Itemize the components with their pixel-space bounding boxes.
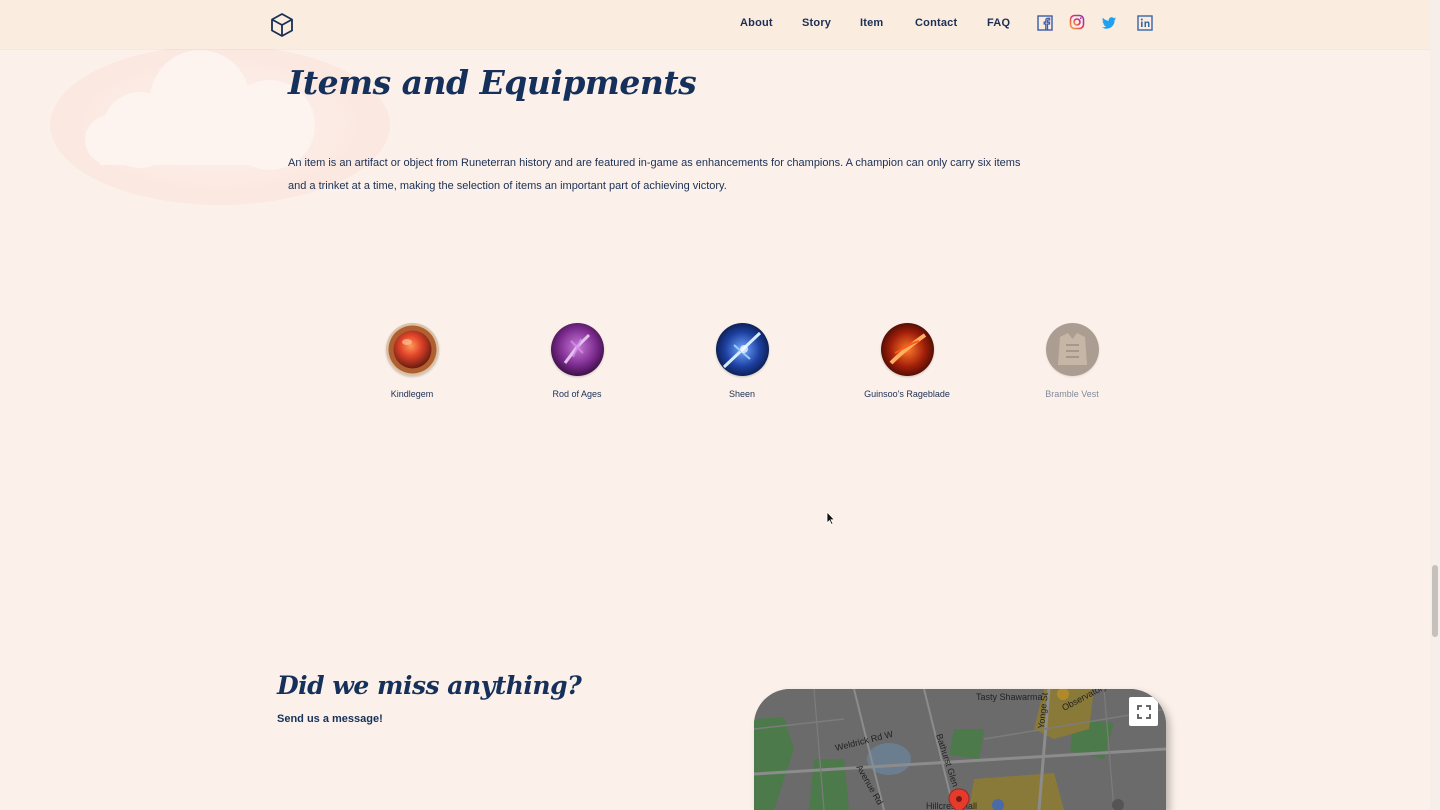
item-label: Bramble Vest: [1045, 389, 1099, 399]
page-scrollbar[interactable]: [1430, 0, 1440, 810]
map-fullscreen-button[interactable]: [1129, 697, 1158, 726]
item-label: Sheen: [728, 389, 756, 399]
fullscreen-icon: [1136, 704, 1151, 719]
item-label: Guinsoo's Rageblade: [864, 389, 950, 399]
item-label: Rod of Ages: [552, 389, 602, 399]
map-label: Tasty Shawarma: [976, 692, 1043, 702]
rod-of-ages-icon: [550, 323, 604, 376]
instagram-icon[interactable]: [1069, 14, 1085, 30]
item-label: Kindlegem: [390, 389, 434, 399]
item-card-guinsoos-rageblade[interactable]: Guinsoo's Rageblade: [842, 323, 972, 399]
nav-about[interactable]: About: [740, 17, 773, 29]
item-card-bramble-vest[interactable]: Bramble Vest: [1007, 323, 1137, 399]
nav-faq[interactable]: FAQ: [987, 17, 1010, 29]
item-card-sheen[interactable]: Sheen: [677, 323, 807, 399]
item-card-rod-of-ages[interactable]: Rod of Ages: [512, 323, 642, 399]
facebook-icon[interactable]: [1037, 15, 1053, 31]
sheen-icon: [715, 323, 769, 376]
bramble-vest-icon: [1045, 323, 1099, 376]
location-map[interactable]: Tasty Shawarma Weldrick Rd W Avenue Rd Y…: [754, 689, 1166, 810]
contact-section-title: Did we miss anything?: [277, 671, 582, 700]
scrollbar-thumb[interactable]: [1432, 565, 1438, 637]
guinsoos-rageblade-icon: [880, 323, 934, 376]
twitter-icon[interactable]: [1101, 15, 1117, 31]
nav-story[interactable]: Story: [802, 17, 831, 29]
nav-contact[interactable]: Contact: [915, 17, 957, 29]
linkedin-icon[interactable]: [1137, 15, 1153, 31]
contact-subtitle: Send us a message!: [277, 713, 383, 725]
nav-item[interactable]: Item: [851, 17, 892, 29]
items-section-title: Items and Equipments: [288, 63, 697, 102]
cube-logo-icon[interactable]: [271, 13, 293, 37]
mouse-cursor-icon: [826, 511, 836, 525]
top-navbar: About Story Item Contact FAQ: [0, 0, 1430, 49]
item-card-kindlegem[interactable]: Kindlegem: [347, 323, 477, 399]
kindlegem-icon: [385, 323, 439, 376]
items-intro-text: An item is an artifact or object from Ru…: [288, 157, 1021, 192]
map-tiles: Tasty Shawarma Weldrick Rd W Avenue Rd Y…: [754, 689, 1166, 810]
